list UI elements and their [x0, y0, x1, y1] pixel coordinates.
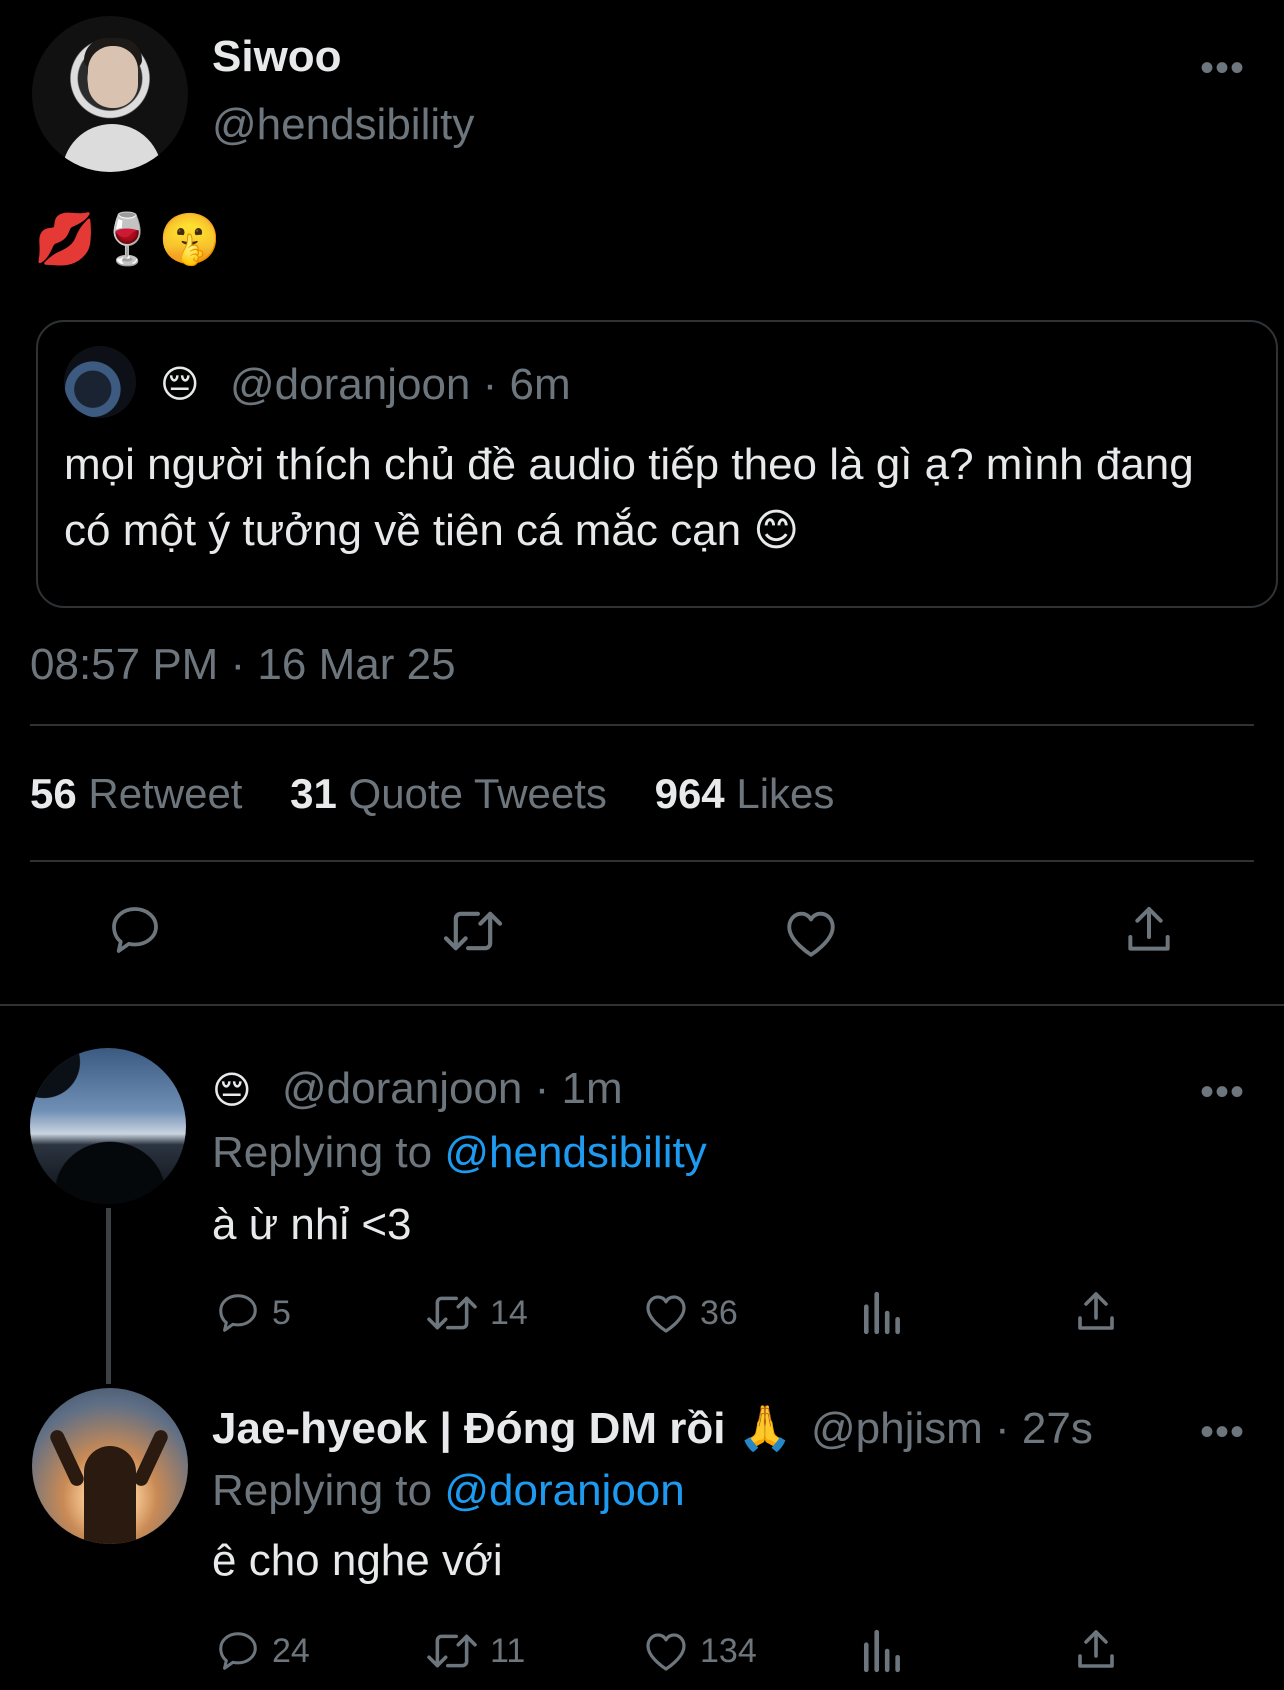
- reply-author-name[interactable]: Jae-hyeok | Đóng DM rồi 🙏: [212, 1404, 793, 1453]
- thread-line: [106, 1208, 111, 1384]
- like-button[interactable]: 36: [642, 1290, 738, 1336]
- retweets-label[interactable]: Retweet: [88, 770, 242, 817]
- share-icon[interactable]: [1074, 1288, 1118, 1336]
- analytics-icon[interactable]: [860, 1290, 906, 1336]
- author-name[interactable]: Siwoo: [212, 32, 342, 82]
- author-avatar[interactable]: [32, 16, 188, 172]
- reply-meta: @phjism · 27s: [811, 1404, 1093, 1453]
- quoted-author-meta: @doranjoon · 6m: [230, 360, 571, 410]
- tweet-text: 💋🍷🤫: [34, 211, 221, 267]
- reply-count: 5: [272, 1293, 291, 1332]
- quoted-time: 6m: [509, 360, 571, 409]
- tweet-stats: 56 Retweet 31 Quote Tweets 964 Likes: [30, 770, 870, 818]
- author-handle[interactable]: @hendsibility: [212, 100, 474, 150]
- reply-meta: @doranjoon · 1m: [282, 1064, 623, 1114]
- like-icon: [646, 1633, 686, 1671]
- divider: [0, 1004, 1284, 1006]
- replying-to-label: Replying to: [212, 1128, 445, 1177]
- retweet-count: 11: [490, 1631, 526, 1670]
- replying-to-link[interactable]: @doranjoon: [444, 1466, 684, 1515]
- retweets-count[interactable]: 56: [30, 770, 77, 817]
- reply-author-emoji: 😔: [212, 1070, 252, 1112]
- reply-time: 27s: [1021, 1404, 1093, 1453]
- reply-avatar[interactable]: [32, 1388, 188, 1544]
- quoted-author-name-emoji: 😔: [160, 364, 200, 406]
- likes-count[interactable]: 964: [655, 770, 725, 817]
- replying-to: Replying to @hendsibility: [212, 1128, 707, 1178]
- reply-header: Jae-hyeok | Đóng DM rồi 🙏 @phjism · 27s: [212, 1402, 1093, 1454]
- like-count: 134: [700, 1631, 757, 1670]
- retweet-button[interactable]: 14: [424, 1290, 528, 1336]
- retweet-button[interactable]: 11: [424, 1628, 525, 1674]
- retweet-icon: [427, 1634, 477, 1668]
- reply-time: 1m: [561, 1064, 623, 1113]
- quoted-author-avatar: [64, 346, 136, 418]
- reply-icon: [219, 1294, 257, 1332]
- more-options-icon[interactable]: •••: [1200, 1070, 1245, 1115]
- replying-to: Replying to @doranjoon: [212, 1466, 685, 1516]
- reply-avatar[interactable]: [30, 1048, 186, 1204]
- tweet-timestamp: 08:57 PM · 16 Mar 25: [30, 640, 456, 689]
- reply-count: 24: [272, 1631, 310, 1670]
- share-icon[interactable]: [1074, 1626, 1118, 1674]
- reply-button[interactable]: 24: [214, 1628, 310, 1674]
- divider: [30, 724, 1254, 726]
- share-icon[interactable]: [1122, 902, 1176, 958]
- replying-to-link[interactable]: @hendsibility: [444, 1128, 706, 1177]
- like-button[interactable]: 134: [642, 1628, 757, 1674]
- meta-separator: ·: [982, 1404, 1022, 1453]
- divider: [30, 860, 1254, 862]
- meta-separator: ·: [470, 360, 510, 409]
- reply-text: à ừ nhỉ <3: [212, 1200, 412, 1249]
- reply-icon: [219, 1632, 257, 1670]
- replying-to-label: Replying to: [212, 1466, 445, 1515]
- like-count: 36: [700, 1293, 738, 1332]
- retweet-count: 14: [490, 1293, 528, 1332]
- like-icon[interactable]: [782, 906, 840, 960]
- likes-label[interactable]: Likes: [736, 770, 834, 817]
- like-icon: [646, 1295, 686, 1333]
- meta-separator: ·: [522, 1064, 562, 1113]
- retweet-icon: [427, 1296, 477, 1330]
- more-options-icon[interactable]: •••: [1200, 46, 1245, 91]
- analytics-icon[interactable]: [860, 1628, 906, 1674]
- quotes-label[interactable]: Quote Tweets: [349, 770, 607, 817]
- more-options-icon[interactable]: •••: [1200, 1410, 1245, 1455]
- reply-text: ê cho nghe với: [212, 1536, 503, 1585]
- reply-icon[interactable]: [106, 902, 164, 958]
- reply-author-handle[interactable]: @doranjoon: [282, 1064, 522, 1113]
- reply-button[interactable]: 5: [214, 1290, 291, 1336]
- retweet-icon[interactable]: [440, 904, 506, 958]
- quotes-count[interactable]: 31: [290, 770, 337, 817]
- quoted-author-handle: @doranjoon: [230, 360, 471, 409]
- reply-author-handle[interactable]: @phjism: [811, 1404, 983, 1453]
- quoted-tweet-text: mọi người thích chủ đề audio tiếp theo l…: [64, 440, 1194, 555]
